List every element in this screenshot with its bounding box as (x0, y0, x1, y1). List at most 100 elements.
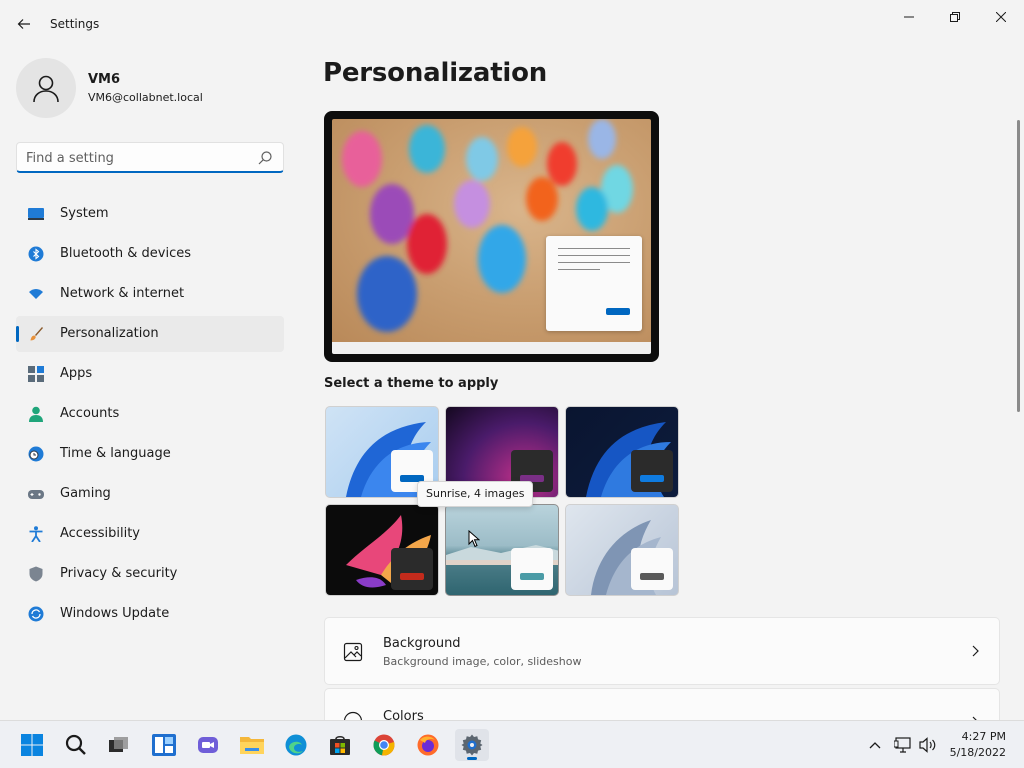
chrome-button[interactable] (367, 729, 401, 761)
search-box[interactable] (16, 142, 284, 173)
sidebar-item-network[interactable]: Network & internet (16, 276, 284, 312)
file-explorer-button[interactable] (235, 729, 269, 761)
chat-icon (198, 737, 218, 753)
apps-icon (28, 366, 44, 382)
maximize-button[interactable] (932, 4, 978, 30)
file-explorer-icon (240, 737, 264, 754)
theme-sunrise[interactable] (445, 504, 559, 596)
sidebar-item-label: System (60, 206, 109, 221)
taskbar-search-button[interactable] (59, 729, 93, 761)
sidebar-item-apps[interactable]: Apps (16, 356, 284, 392)
theme-swatch (391, 548, 433, 590)
sidebar-item-label: Gaming (60, 486, 111, 501)
chrome-icon (373, 734, 395, 756)
mouse-cursor-icon (468, 530, 480, 548)
taskbar: 4:27 PM 5/18/2022 (0, 720, 1024, 768)
sidebar-item-time-language[interactable]: Time & language (16, 436, 284, 472)
edge-icon (285, 734, 307, 756)
user-email: VM6@collabnet.local (88, 91, 203, 104)
clock-date[interactable]: 5/18/2022 (946, 746, 1006, 759)
sidebar-item-personalization[interactable]: Personalization (16, 316, 284, 352)
sidebar-item-label: Time & language (60, 446, 171, 461)
widgets-icon (152, 734, 176, 756)
show-hidden-icons-button[interactable] (865, 735, 885, 755)
start-button[interactable] (15, 729, 49, 761)
vertical-scrollbar[interactable] (1017, 120, 1020, 412)
minimize-button[interactable] (886, 4, 932, 30)
preview-sample-window (546, 236, 642, 331)
preview-desktop (332, 119, 651, 354)
search-icon (65, 734, 86, 755)
person-icon (28, 406, 44, 422)
theme-captured-motion[interactable] (325, 504, 439, 596)
back-button[interactable] (12, 12, 36, 36)
task-view-icon (109, 737, 128, 752)
picture-icon (343, 642, 363, 662)
theme-swatch (631, 548, 673, 590)
network-tray-button[interactable] (893, 735, 913, 755)
brush-icon (28, 326, 44, 342)
sidebar-item-label: Privacy & security (60, 566, 178, 581)
widgets-button[interactable] (147, 729, 181, 761)
store-button[interactable] (323, 729, 357, 761)
restore-icon (950, 12, 960, 22)
sidebar-item-label: Apps (60, 366, 93, 381)
sidebar-nav: System Bluetooth & devices Network & int… (16, 196, 284, 636)
sidebar-item-gaming[interactable]: Gaming (16, 476, 284, 512)
card-subtitle: Background image, color, slideshow (383, 655, 582, 668)
theme-tooltip: Sunrise, 4 images (417, 481, 534, 507)
chat-button[interactable] (191, 729, 225, 761)
update-icon (28, 606, 44, 622)
user-icon (33, 75, 59, 103)
speaker-icon (919, 737, 936, 753)
search-icon[interactable] (257, 150, 273, 166)
theme-flow[interactable] (565, 504, 679, 596)
theme-windows-dark[interactable] (565, 406, 679, 498)
store-icon (330, 735, 350, 755)
sidebar-item-privacy[interactable]: Privacy & security (16, 556, 284, 592)
firefox-button[interactable] (411, 729, 445, 761)
app-title: Settings (50, 17, 100, 31)
sidebar-item-accessibility[interactable]: Accessibility (16, 516, 284, 552)
firefox-icon (417, 734, 439, 756)
task-view-button[interactable] (102, 729, 136, 761)
search-input[interactable] (26, 149, 252, 167)
monitor-icon (28, 206, 44, 222)
sidebar-item-system[interactable]: System (16, 196, 284, 232)
sidebar-item-accounts[interactable]: Accounts (16, 396, 284, 432)
close-icon (996, 12, 1006, 22)
minimize-icon (904, 16, 914, 18)
sidebar-item-label: Accounts (60, 406, 120, 421)
sidebar-item-label: Personalization (60, 326, 159, 341)
card-title: Background (383, 636, 461, 651)
preview-accent-button (606, 308, 630, 315)
user-name: VM6 (88, 72, 121, 87)
chevron-up-icon (869, 742, 881, 749)
page-title: Personalization (323, 58, 548, 88)
sidebar-item-label: Network & internet (60, 286, 185, 301)
avatar[interactable] (16, 58, 76, 118)
theme-preview (324, 111, 659, 362)
gamepad-icon (28, 486, 44, 502)
sidebar-item-bluetooth[interactable]: Bluetooth & devices (16, 236, 284, 272)
edge-button[interactable] (279, 729, 313, 761)
shield-icon (28, 566, 44, 582)
theme-swatch (631, 450, 673, 492)
background-settings-card[interactable]: Background Background image, color, slid… (324, 617, 1000, 685)
chevron-right-icon (972, 645, 979, 657)
title-bar: Settings (0, 0, 1024, 48)
start-icon (21, 734, 43, 756)
sidebar-item-label: Accessibility (60, 526, 140, 541)
back-arrow-icon (17, 19, 30, 29)
volume-tray-button[interactable] (918, 735, 938, 755)
active-app-indicator (467, 757, 477, 760)
clock-time[interactable]: 4:27 PM (958, 730, 1006, 743)
sidebar-item-label: Bluetooth & devices (60, 246, 191, 261)
sidebar-item-label: Windows Update (60, 606, 170, 621)
theme-swatch (511, 548, 553, 590)
sidebar-item-windows-update[interactable]: Windows Update (16, 596, 284, 632)
accessibility-icon (28, 526, 44, 542)
settings-taskbar-button[interactable] (455, 729, 489, 761)
close-button[interactable] (978, 4, 1024, 30)
bluetooth-icon (28, 246, 44, 262)
